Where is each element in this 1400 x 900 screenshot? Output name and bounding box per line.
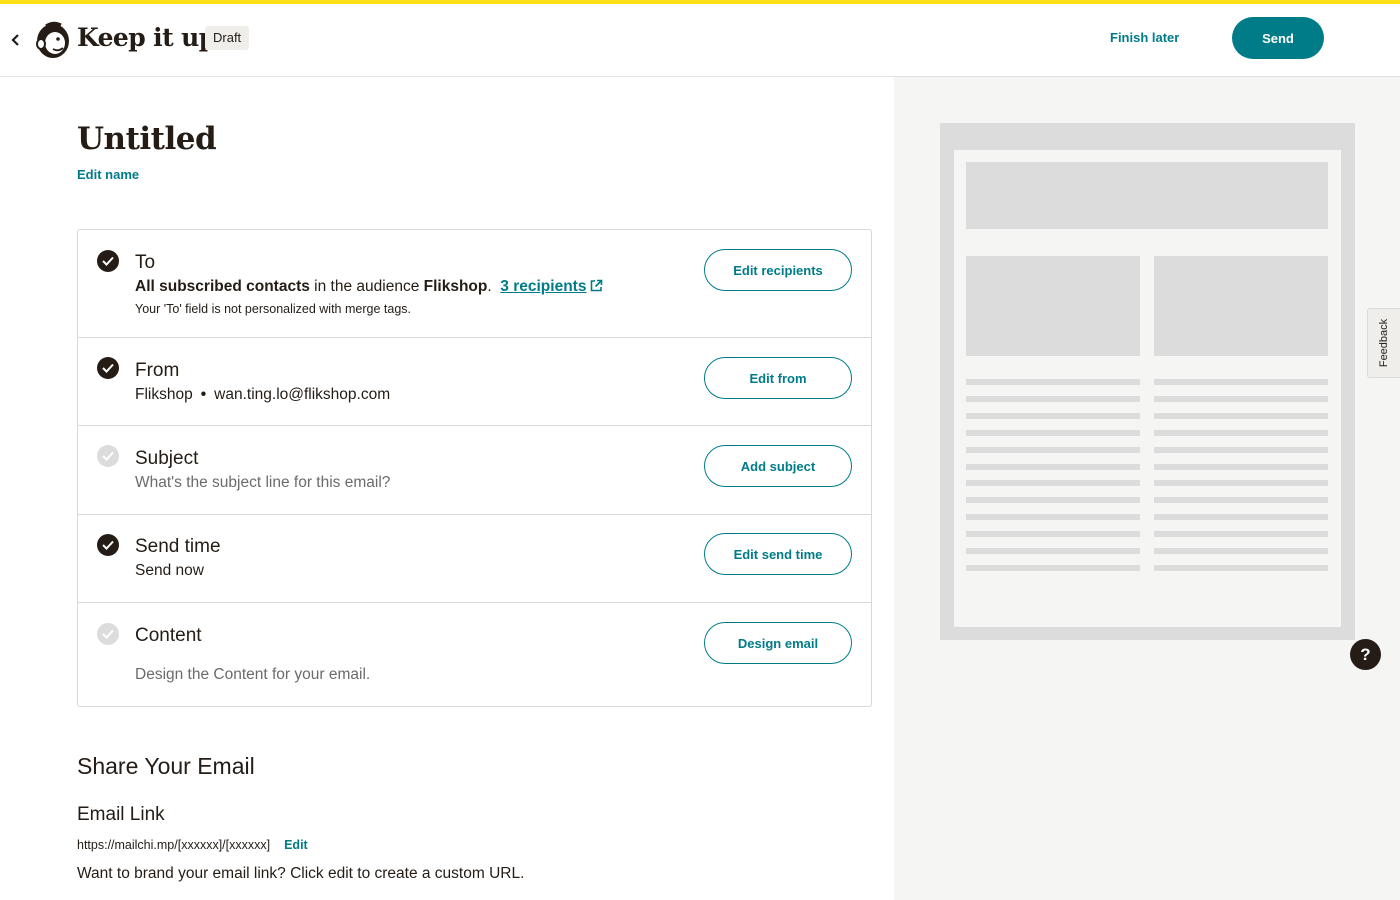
preview-text-line	[966, 480, 1140, 487]
to-personalization-note: Your 'To' field is not personalized with…	[135, 302, 411, 316]
edit-from-button[interactable]: Edit from	[704, 357, 852, 399]
incomplete-check-icon	[97, 445, 119, 467]
preview-text-line	[1154, 548, 1328, 554]
brand-link-note: Want to brand your email link? Click edi…	[77, 865, 525, 882]
preview-text-line	[1154, 463, 1328, 470]
preview-text-line	[1154, 480, 1328, 487]
from-separator: •	[200, 386, 207, 403]
back-chevron-icon[interactable]	[8, 30, 24, 50]
checklist-row-send-time: Send time Send now Edit send time	[78, 515, 871, 603]
audience-period: .	[487, 278, 492, 295]
audience-connector: in the audience	[314, 278, 420, 295]
segment-name: All subscribed contacts	[135, 278, 310, 295]
to-summary: All subscribed contacts in the audience …	[135, 278, 603, 296]
preview-text-line	[1154, 446, 1328, 453]
checklist-row-from: From Flikshop • wan.ting.lo@flikshop.com E…	[78, 338, 871, 426]
content-description: Design the Content for your email.	[135, 666, 371, 683]
page-title: Untitled	[77, 121, 217, 157]
preview-text-line	[966, 429, 1140, 436]
add-subject-button[interactable]: Add subject	[704, 445, 852, 487]
send-time-value: Send now	[135, 562, 204, 579]
preview-text-line	[1154, 497, 1328, 504]
finish-later-link[interactable]: Finish later	[1110, 30, 1179, 45]
preview-text-line	[966, 564, 1140, 571]
edit-recipients-button[interactable]: Edit recipients	[704, 249, 852, 291]
email-link-title: Email Link	[77, 804, 165, 825]
status-badge: Draft	[205, 26, 250, 50]
help-button[interactable]: ?	[1350, 639, 1381, 670]
preview-text-line	[966, 463, 1140, 470]
design-email-button[interactable]: Design email	[704, 622, 852, 664]
checklist-row-subject: Subject What's the subject line for this…	[78, 426, 871, 515]
from-email: wan.ting.lo@flikshop.com	[214, 386, 391, 403]
preview-text-line	[966, 395, 1140, 402]
share-section-title: Share Your Email	[77, 753, 255, 779]
complete-check-icon	[97, 250, 119, 272]
preview-text-line	[966, 514, 1140, 521]
send-button[interactable]: Send	[1232, 17, 1324, 59]
campaign-checklist: To All subscribed contacts in the audien…	[77, 229, 872, 707]
preview-text-line	[966, 412, 1140, 419]
app-header: Keep it up! Draft Finish later Send	[0, 4, 1400, 77]
email-url: https://mailchi.mp/[xxxxxx]/[xxxxxx]	[77, 838, 271, 852]
brand-heading: Keep it up!	[77, 23, 227, 52]
preview-text-line	[1154, 395, 1328, 402]
preview-text-line	[966, 446, 1140, 453]
preview-text-line	[1154, 564, 1328, 571]
row-title-subject: Subject	[135, 448, 199, 469]
row-title-to: To	[135, 252, 156, 273]
external-link-icon	[591, 279, 603, 292]
preview-image-block-right	[1154, 256, 1328, 356]
preview-text-line	[1154, 429, 1328, 436]
email-url-line: https://mailchi.mp/[xxxxxx]/[xxxxxx] Edit	[77, 838, 308, 852]
preview-text-line	[1154, 412, 1328, 419]
edit-url-link[interactable]: Edit	[284, 838, 308, 852]
edit-send-time-button[interactable]: Edit send time	[704, 533, 852, 575]
row-title-send-time: Send time	[135, 536, 221, 557]
feedback-label: Feedback	[1378, 318, 1390, 368]
preview-text-line	[966, 531, 1140, 538]
checklist-row-content: Content Design the Content for your emai…	[78, 603, 871, 706]
preview-text-line	[966, 497, 1140, 504]
subject-description: What's the subject line for this email?	[135, 474, 391, 491]
audience-name: Flikshop	[423, 278, 488, 295]
preview-image-block-left	[966, 256, 1140, 356]
email-preview-placeholder	[954, 150, 1341, 627]
preview-text-line	[1154, 514, 1328, 521]
row-title-from: From	[135, 360, 180, 381]
feedback-tab[interactable]: Feedback	[1367, 308, 1400, 378]
complete-check-icon	[97, 534, 119, 556]
recipients-link-label: 3 recipients	[500, 278, 587, 295]
from-summary: Flikshop • wan.ting.lo@flikshop.com	[135, 386, 390, 404]
from-name: Flikshop	[135, 386, 193, 403]
complete-check-icon	[97, 357, 119, 379]
mailchimp-logo-icon	[34, 20, 72, 60]
checklist-row-to: To All subscribed contacts in the audien…	[78, 230, 871, 338]
preview-text-line	[1154, 531, 1328, 538]
row-title-content: Content	[135, 625, 202, 646]
incomplete-check-icon	[97, 623, 119, 645]
preview-text-line	[966, 548, 1140, 554]
preview-header-block	[966, 162, 1328, 229]
recipients-link[interactable]: 3 recipients	[500, 278, 603, 295]
edit-name-link[interactable]: Edit name	[77, 167, 139, 182]
preview-text-line	[966, 379, 1140, 385]
preview-text-line	[1154, 379, 1328, 385]
